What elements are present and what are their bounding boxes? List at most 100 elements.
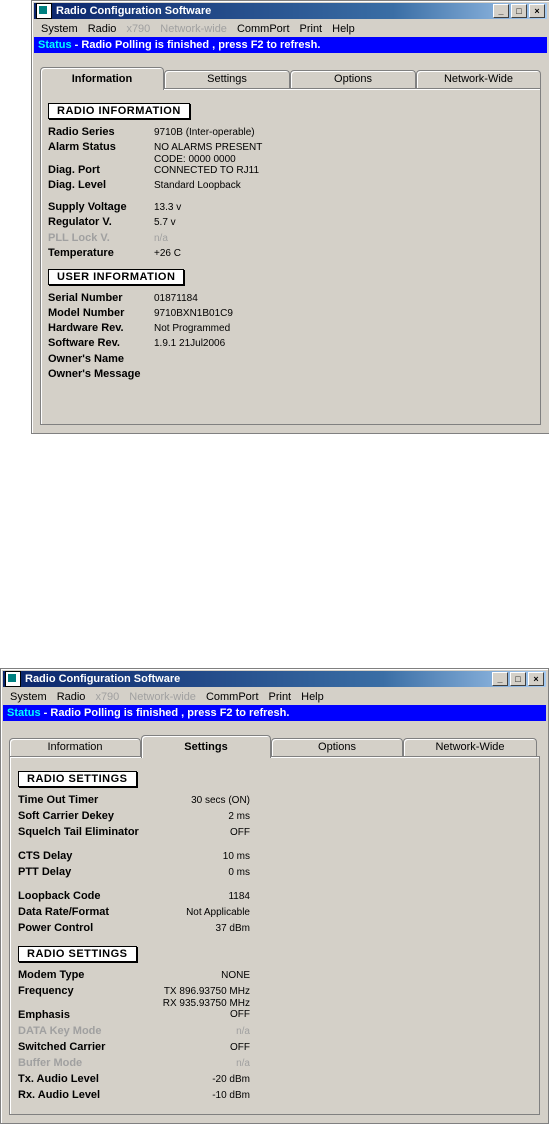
regulator-voltage-value: 5.7 v	[154, 217, 176, 228]
rx-audio-level-value: -10 dBm	[212, 1090, 250, 1101]
diag-level-label: Diag. Level	[48, 179, 107, 191]
owners-message-label: Owner's Message	[48, 368, 141, 380]
close-button[interactable]: ×	[528, 672, 544, 686]
title-bar[interactable]: Radio Configuration Software _ □ ×	[3, 671, 546, 687]
window-information: Radio Configuration Software _ □ × Syste…	[31, 0, 549, 434]
menu-network-wide: Network-wide	[129, 690, 196, 703]
emphasis-value: OFF	[230, 1009, 250, 1020]
maximize-button[interactable]: □	[510, 672, 526, 686]
tab-options[interactable]: Options	[290, 70, 416, 88]
menu-bar: System Radio x790 Network-wide CommPort …	[5, 689, 544, 704]
tab-settings[interactable]: Settings	[141, 735, 271, 758]
time-out-timer-value: 30 secs (ON)	[191, 795, 250, 806]
frequency-label: Frequency	[18, 985, 74, 997]
status-label: Status	[38, 39, 72, 51]
menu-system[interactable]: System	[36, 23, 83, 35]
modem-type-value: NONE	[221, 970, 250, 981]
temperature-label: Temperature	[48, 247, 114, 259]
frequency-tx-value: TX 896.93750 MHz	[163, 986, 250, 997]
status-message: - Radio Polling is finished , press F2 t…	[40, 707, 290, 719]
menu-x790: x790	[95, 690, 120, 703]
status-label: Status	[7, 707, 41, 719]
alarm-code-value: CODE: 0000 0000	[154, 154, 236, 165]
menu-commport[interactable]: CommPort	[201, 691, 264, 703]
user-information-header: USER INFORMATION	[48, 269, 185, 285]
model-number-label: Model Number	[48, 307, 125, 319]
power-control-label: Power Control	[18, 922, 94, 934]
tab-options[interactable]: Options	[271, 738, 403, 756]
close-button[interactable]: ×	[529, 4, 545, 18]
time-out-timer-label: Time Out Timer	[18, 794, 99, 806]
tab-information[interactable]: Information	[40, 67, 164, 90]
serial-number-label: Serial Number	[48, 292, 123, 304]
hardware-rev-label: Hardware Rev.	[48, 322, 124, 334]
data-rate-format-value: Not Applicable	[186, 907, 250, 918]
power-control-value: 37 dBm	[215, 923, 250, 934]
radio-series-label: Radio Series	[48, 126, 115, 138]
diag-level-value: Standard Loopback	[154, 180, 241, 191]
information-panel: RADIO INFORMATION Radio Series 9710B (In…	[40, 88, 541, 425]
soft-carrier-dekey-value: 2 ms	[228, 811, 250, 822]
tab-settings[interactable]: Settings	[164, 70, 290, 88]
cts-delay-value: 10 ms	[222, 851, 250, 862]
loopback-code-label: Loopback Code	[18, 890, 101, 902]
pll-lock-voltage-label: PLL Lock V.	[48, 232, 110, 244]
app-icon	[36, 3, 52, 19]
buffer-mode-value: n/a	[236, 1058, 250, 1069]
rx-audio-level-label: Rx. Audio Level	[18, 1089, 101, 1101]
supply-voltage-label: Supply Voltage	[48, 201, 127, 213]
modem-type-label: Modem Type	[18, 969, 85, 981]
maximize-button[interactable]: □	[511, 4, 527, 18]
tab-network-wide[interactable]: Network-Wide	[416, 70, 541, 88]
diag-port-label: Diag. Port	[48, 164, 100, 176]
menu-print[interactable]: Print	[264, 691, 297, 703]
cts-delay-label: CTS Delay	[18, 850, 73, 862]
data-key-mode-label: DATA Key Mode	[18, 1025, 102, 1037]
menu-radio[interactable]: Radio	[83, 23, 122, 35]
tab-strip: Information Settings Options Network-Wid…	[40, 67, 541, 90]
menu-radio[interactable]: Radio	[52, 691, 91, 703]
radio-series-value: 9710B (Inter-operable)	[154, 127, 255, 138]
tx-audio-level-value: -20 dBm	[212, 1074, 250, 1085]
title-bar[interactable]: Radio Configuration Software _ □ ×	[34, 3, 547, 19]
software-rev-value: 1.9.1 21Jul2006	[154, 338, 226, 349]
tab-information[interactable]: Information	[9, 738, 141, 756]
owners-name-label: Owner's Name	[48, 353, 124, 365]
tab-network-wide[interactable]: Network-Wide	[403, 738, 537, 756]
soft-carrier-dekey-label: Soft Carrier Dekey	[18, 810, 114, 822]
serial-number-value: 01871184	[154, 293, 198, 304]
data-key-mode-value: n/a	[236, 1026, 250, 1037]
minimize-button[interactable]: _	[493, 4, 509, 18]
temperature-value: +26 C	[154, 248, 181, 259]
window-title: Radio Configuration Software	[25, 673, 181, 685]
radio-settings-header-2: RADIO SETTINGS	[18, 946, 137, 962]
menu-x790: x790	[126, 22, 151, 35]
menu-help[interactable]: Help	[296, 691, 329, 703]
window-settings: Radio Configuration Software _ □ × Syste…	[0, 668, 549, 1124]
minimize-button[interactable]: _	[492, 672, 508, 686]
loopback-code-value: 1184	[228, 891, 250, 902]
alarm-status-label: Alarm Status	[48, 141, 116, 153]
supply-voltage-value: 13.3 v	[154, 202, 182, 213]
status-bar: Status - Radio Polling is finished , pre…	[34, 37, 547, 53]
radio-information-header: RADIO INFORMATION	[48, 103, 190, 119]
menu-network-wide: Network-wide	[160, 22, 227, 35]
regulator-voltage-label: Regulator V.	[48, 216, 112, 228]
menu-system[interactable]: System	[5, 691, 52, 703]
hardware-rev-value: Not Programmed	[154, 323, 231, 334]
squelch-tail-eliminator-label: Squelch Tail Eliminator	[18, 826, 139, 838]
model-number-value: 9710BXN1B01C9	[154, 308, 233, 319]
tx-audio-level-label: Tx. Audio Level	[18, 1073, 99, 1085]
switched-carrier-value: OFF	[230, 1042, 250, 1053]
squelch-tail-eliminator-value: OFF	[230, 827, 250, 838]
data-rate-format-label: Data Rate/Format	[18, 906, 110, 918]
menu-commport[interactable]: CommPort	[232, 23, 295, 35]
menu-bar: System Radio x790 Network-wide CommPort …	[36, 21, 545, 36]
settings-panel: RADIO SETTINGS Time Out Timer 30 secs (O…	[9, 756, 540, 1115]
menu-print[interactable]: Print	[295, 23, 328, 35]
pll-lock-voltage-value: n/a	[154, 233, 168, 244]
status-bar: Status - Radio Polling is finished , pre…	[3, 705, 546, 721]
switched-carrier-label: Switched Carrier	[18, 1041, 106, 1053]
ptt-delay-value: 0 ms	[228, 867, 250, 878]
menu-help[interactable]: Help	[327, 23, 360, 35]
